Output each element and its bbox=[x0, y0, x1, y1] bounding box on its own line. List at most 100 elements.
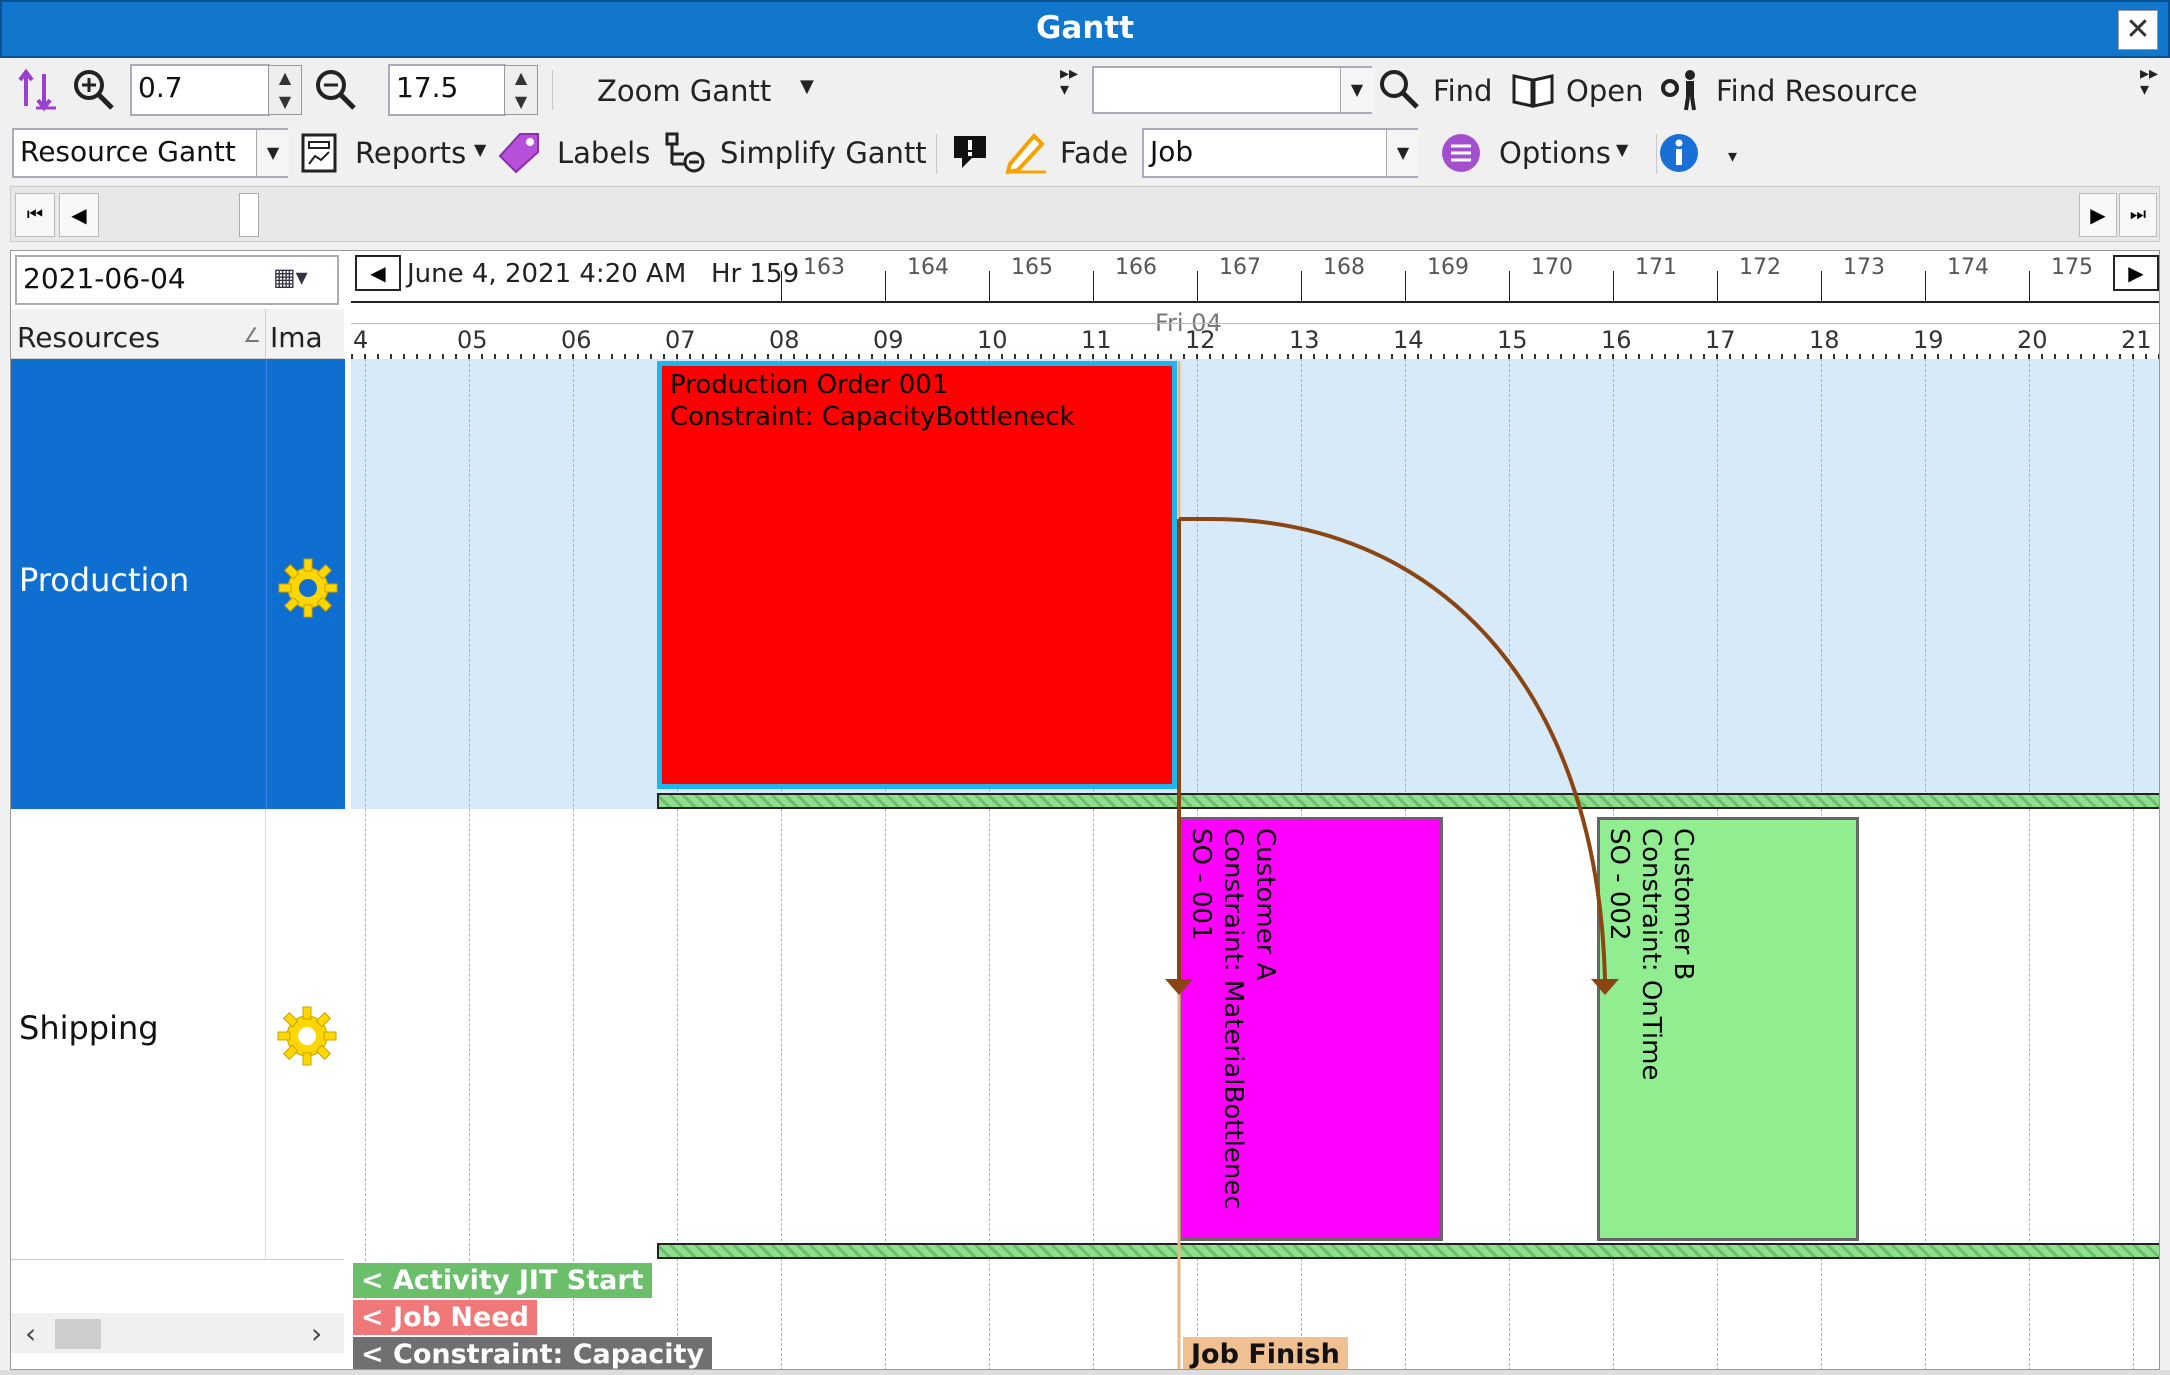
scroll-right-icon[interactable]: › bbox=[311, 1317, 322, 1350]
hour-tick-label: 175 bbox=[2051, 255, 2093, 280]
hour-tick-label: 171 bbox=[1635, 255, 1677, 280]
scroll-thumb[interactable] bbox=[55, 1319, 101, 1349]
first-page-button[interactable]: ⏮ bbox=[15, 193, 55, 237]
hour-tick-label: 169 bbox=[1427, 255, 1469, 280]
comment-icon[interactable] bbox=[952, 134, 988, 170]
close-button[interactable]: ✕ bbox=[2118, 10, 2158, 50]
minor-tick-label: 17 bbox=[1705, 326, 1736, 354]
legend-jit-start: < Activity JIT Start bbox=[353, 1263, 652, 1298]
minor-tick-label: 09 bbox=[873, 326, 904, 354]
legend-job-finish: Job Finish bbox=[1183, 1337, 1348, 1369]
hour-tick-label: 170 bbox=[1531, 255, 1573, 280]
timeline-scrollbar[interactable]: ⏮ ◀ ▶ ⏭ bbox=[10, 186, 2160, 242]
minor-tick-label: 15 bbox=[1497, 326, 1528, 354]
resource-name: Shipping bbox=[19, 1009, 159, 1047]
minor-ticks: 4 05 06 07 08 09 10 11 12 13 14 15 16 17 18 19 20 21 bbox=[351, 323, 2159, 362]
minor-tick-label: 08 bbox=[769, 326, 800, 354]
zoom-out-stepper[interactable]: ▲ ▼ bbox=[504, 65, 538, 115]
hour-tick-label: 167 bbox=[1219, 255, 1261, 280]
minor-tick-label: 14 bbox=[1393, 326, 1424, 354]
hour-tick-label: 168 bbox=[1323, 255, 1365, 280]
reports-chevron-icon[interactable]: ▼ bbox=[474, 140, 486, 159]
tag-icon[interactable] bbox=[498, 130, 542, 174]
toolbar-grip-icon[interactable]: ▸▸ ▾ bbox=[1060, 65, 1078, 99]
image-header-label: Ima bbox=[270, 321, 323, 354]
toolbar-overflow-icon[interactable]: ▸▸ ▾ bbox=[2140, 65, 2158, 99]
fade-select-arrow[interactable]: ▼ bbox=[1386, 130, 1419, 176]
reports-icon[interactable] bbox=[300, 132, 338, 174]
toolbar-overflow-icon[interactable]: ▾ bbox=[1728, 146, 1737, 167]
book-icon[interactable] bbox=[1512, 72, 1554, 108]
fade-button[interactable]: Fade bbox=[1060, 136, 1128, 170]
gear-icon bbox=[277, 1006, 337, 1066]
zoom-in-stepper[interactable]: ▲ ▼ bbox=[268, 65, 302, 115]
window-title: Gantt bbox=[1035, 10, 1135, 46]
minor-tick-label: 19 bbox=[1913, 326, 1944, 354]
resources-column-header[interactable]: Resources ∠ bbox=[11, 309, 266, 359]
minor-tick-label: 18 bbox=[1809, 326, 1840, 354]
hour-tick-label: 164 bbox=[907, 255, 949, 280]
gantt-window: Gantt ✕ 0.7 ▲ ▼ 17.5 ▲ ▼ Zoom Gantt ▼ ▸▸ ▾ … bbox=[0, 0, 2170, 1375]
fade-select[interactable]: Job bbox=[1142, 128, 1418, 178]
zoom-out-icon[interactable] bbox=[312, 66, 358, 112]
sort-indicator-icon: ∠ bbox=[243, 323, 261, 347]
zoom-in-icon[interactable] bbox=[70, 66, 116, 112]
image-column-header[interactable]: Ima bbox=[266, 309, 344, 359]
resources-header-label: Resources bbox=[17, 321, 160, 354]
search-input[interactable] bbox=[1092, 66, 1372, 114]
search-icon[interactable] bbox=[1378, 68, 1420, 110]
hour-tick-line bbox=[781, 271, 782, 301]
simplify-icon[interactable] bbox=[664, 130, 708, 174]
scroll-left-icon[interactable]: ‹ bbox=[25, 1317, 36, 1350]
chevron-down-icon[interactable]: ▼ bbox=[800, 76, 814, 97]
last-page-button[interactable]: ⏭ bbox=[2119, 193, 2157, 237]
scroll-left-button[interactable]: ◀ bbox=[59, 193, 99, 237]
minor-tick-label: 06 bbox=[561, 326, 592, 354]
scroll-right-button[interactable]: ▶ bbox=[2079, 193, 2117, 237]
hour-tick-line bbox=[1613, 271, 1614, 301]
hour-tick-label: 174 bbox=[1947, 255, 1989, 280]
resource-row-production[interactable]: Production bbox=[11, 359, 266, 809]
zoom-gantt-button[interactable]: Zoom Gantt bbox=[597, 74, 771, 108]
sort-icon[interactable] bbox=[16, 68, 60, 112]
hour-tick-line bbox=[989, 271, 990, 301]
pencil-icon[interactable] bbox=[1004, 130, 1048, 174]
title-bar: Gantt ✕ bbox=[0, 0, 2170, 58]
resource-image-production bbox=[266, 359, 345, 809]
zoom-out-input[interactable]: 17.5 bbox=[388, 64, 506, 116]
legend-constraint: < Constraint: Capacity bbox=[353, 1337, 713, 1369]
hour-ticks: 163 164 165 166 167 168 169 170 171 172 173 174 175 bbox=[351, 251, 2159, 303]
find-resource-button[interactable]: Find Resource bbox=[1716, 74, 1918, 108]
hour-tick-line bbox=[1717, 271, 1718, 301]
hour-tick-line bbox=[2029, 271, 2030, 301]
resources-scrollbar[interactable]: ‹ › bbox=[11, 1313, 344, 1353]
find-button[interactable]: Find bbox=[1433, 74, 1492, 108]
view-select-arrow[interactable]: ▼ bbox=[256, 130, 289, 176]
bottom-strip bbox=[0, 1370, 2170, 1375]
scroll-thumb[interactable] bbox=[239, 193, 259, 237]
calendar-icon[interactable]: ▦▾ bbox=[273, 263, 331, 297]
hour-tick-line bbox=[1821, 271, 1822, 301]
options-button[interactable]: Options bbox=[1499, 136, 1611, 170]
find-resource-icon[interactable] bbox=[1658, 68, 1702, 112]
zoom-in-input[interactable]: 0.7 bbox=[130, 64, 270, 116]
minor-tick-label: 11 bbox=[1081, 326, 1112, 354]
labels-button[interactable]: Labels bbox=[557, 136, 650, 170]
search-dropdown[interactable]: ▼ bbox=[1340, 68, 1373, 112]
view-select[interactable]: Resource Gantt bbox=[12, 128, 288, 178]
resource-row-shipping[interactable]: Shipping bbox=[11, 809, 266, 1259]
hour-tick-label: 165 bbox=[1011, 255, 1053, 280]
options-icon[interactable] bbox=[1440, 132, 1482, 174]
hour-tick-label: 173 bbox=[1843, 255, 1885, 280]
reports-button[interactable]: Reports bbox=[355, 136, 466, 170]
hour-tick-line bbox=[1093, 271, 1094, 301]
minor-tick-label: 20 bbox=[2017, 326, 2048, 354]
info-icon[interactable] bbox=[1658, 132, 1700, 174]
simplify-gantt-button[interactable]: Simplify Gantt bbox=[720, 136, 927, 170]
minor-tick-label: 12 bbox=[1185, 326, 1216, 354]
toolbar-separator bbox=[936, 134, 937, 174]
toolbar-separator bbox=[1656, 134, 1657, 174]
timeline-forward-button[interactable]: ▶ bbox=[2113, 255, 2159, 291]
options-chevron-icon[interactable]: ▼ bbox=[1616, 140, 1628, 159]
open-button[interactable]: Open bbox=[1566, 74, 1643, 108]
